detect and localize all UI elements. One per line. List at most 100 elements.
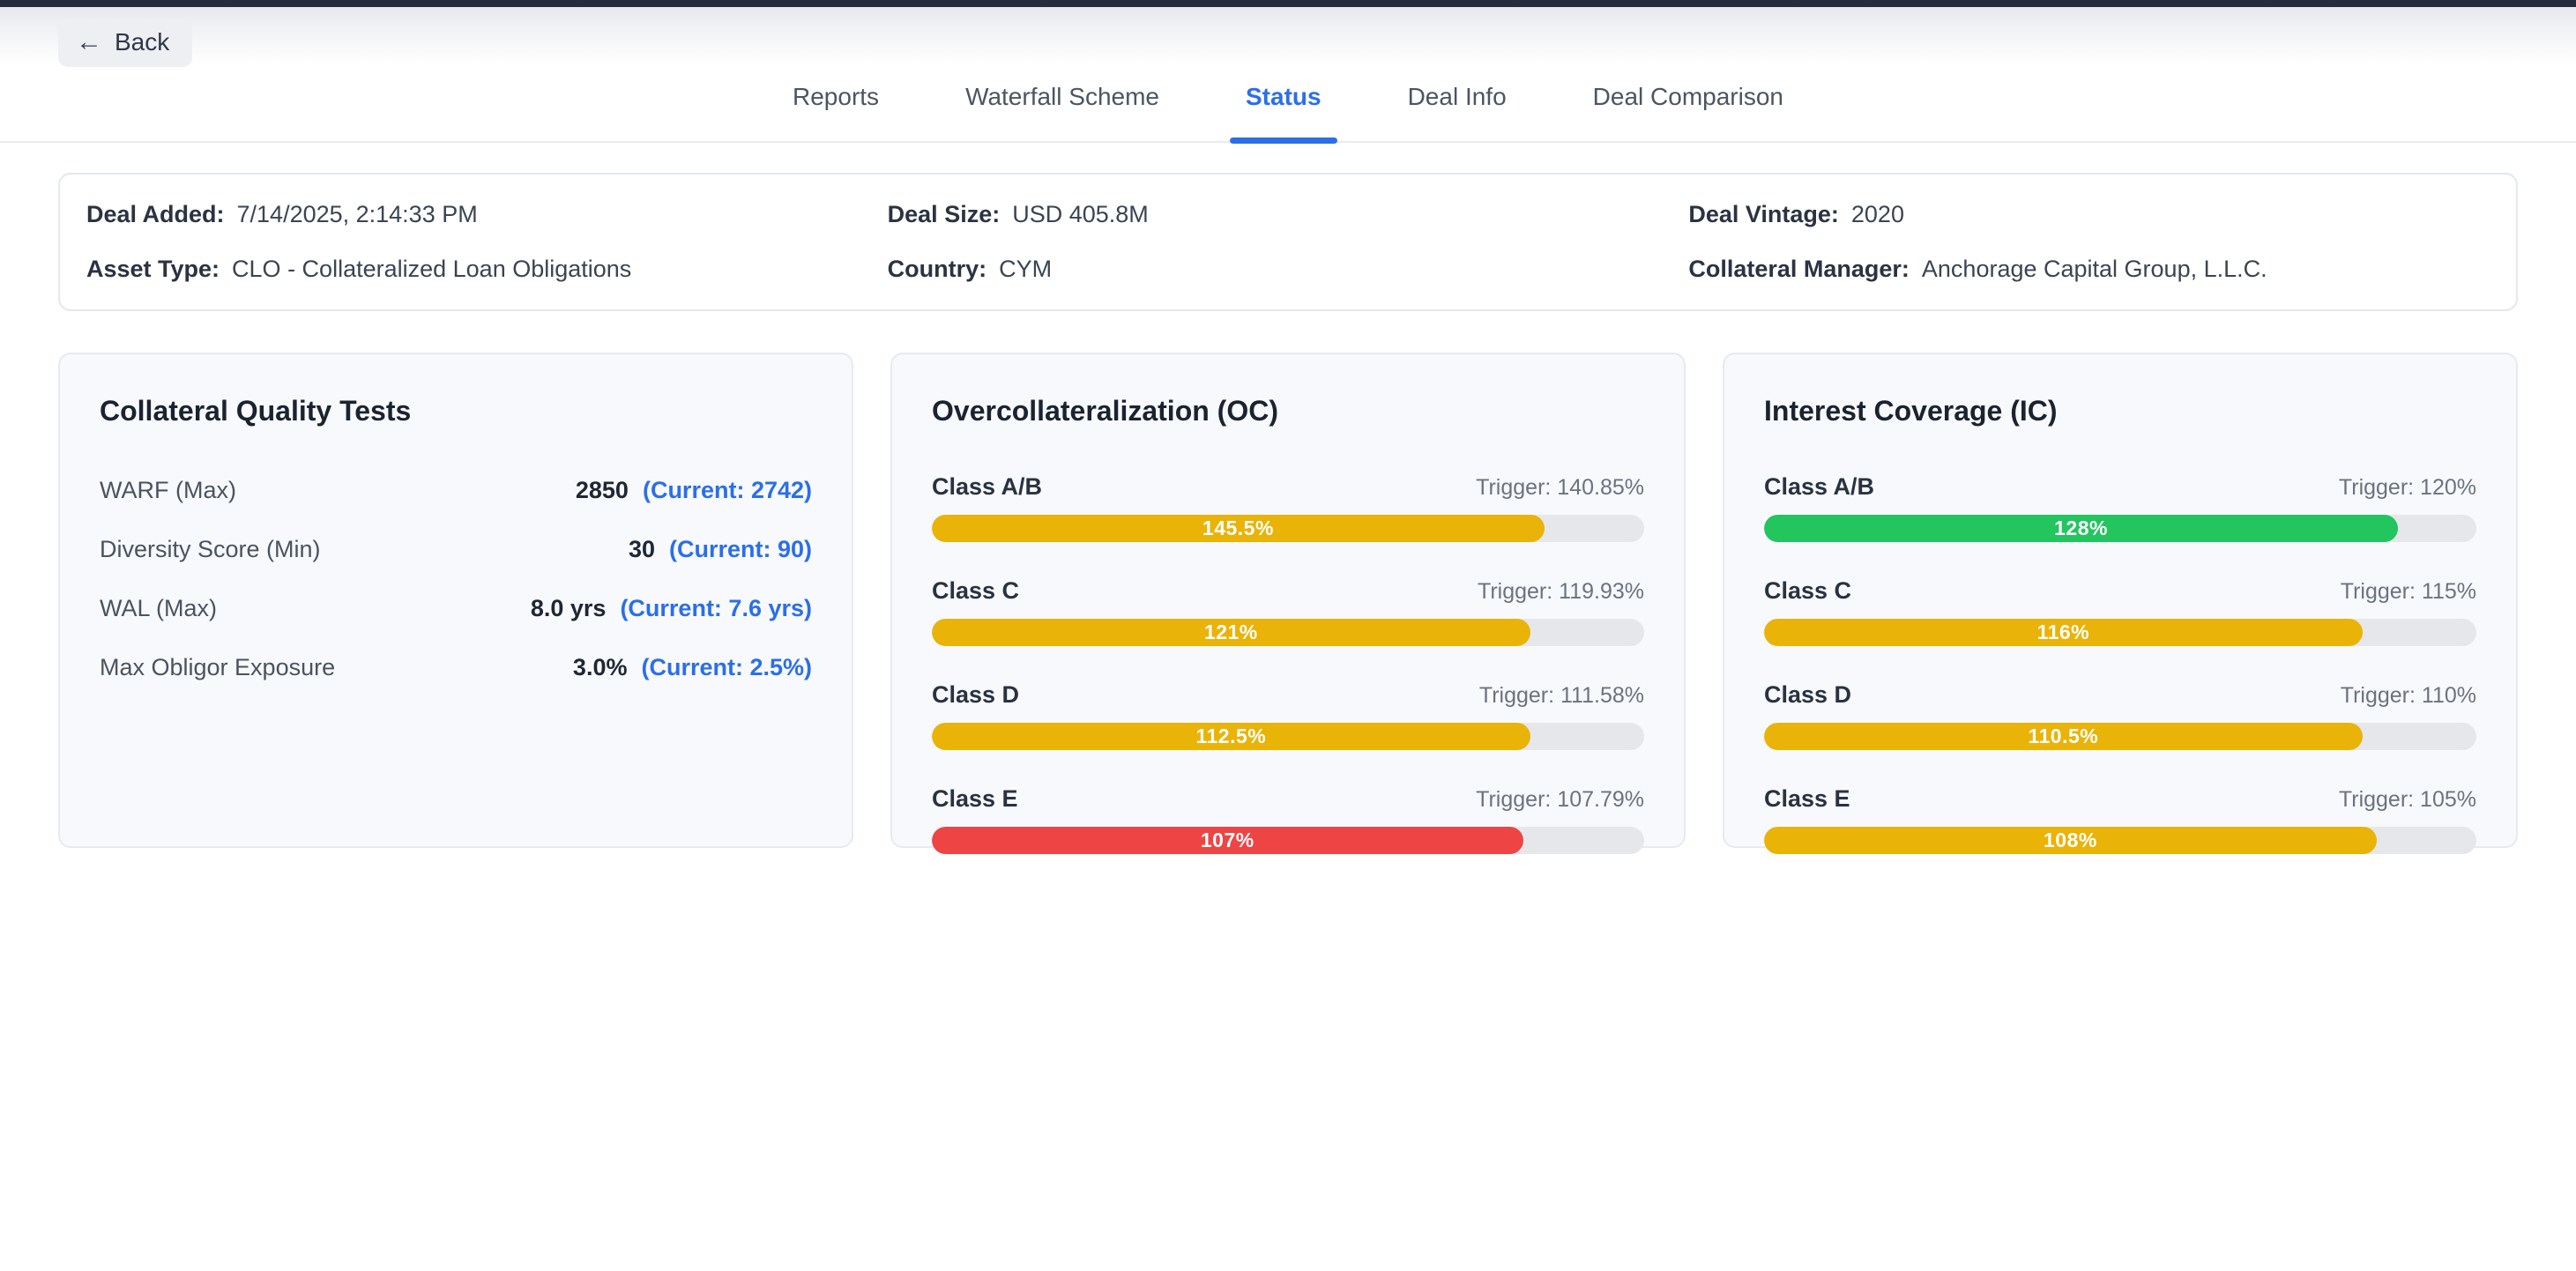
- field-value: CLO - Collateralized Loan Obligations: [232, 256, 631, 283]
- quality-test-row-max-obligor: Max Obligor Exposure 3.0% (Current: 2.5%…: [100, 654, 812, 681]
- test-current: (Current: 2.5%): [641, 654, 812, 681]
- progress-track: 116%: [1764, 619, 2476, 646]
- test-current: (Current: 2742): [643, 477, 812, 504]
- trigger-label: Trigger: 110%: [2341, 683, 2476, 709]
- class-label: Class D: [932, 681, 1019, 709]
- test-threshold: 30: [629, 536, 655, 563]
- oc-row-class-c: Class C Trigger: 119.93% 121%: [932, 577, 1644, 646]
- card-title: Collateral Quality Tests: [100, 395, 812, 427]
- progress-track: 145.5%: [932, 515, 1644, 542]
- progress-fill: 108%: [1764, 827, 2377, 854]
- trigger-label: Trigger: 105%: [2339, 787, 2476, 813]
- field-deal-added: Deal Added: 7/14/2025, 2:14:33 PM: [86, 201, 888, 228]
- progress-track: 107%: [932, 827, 1644, 854]
- window-top-edge: [0, 0, 2576, 7]
- progress-value: 121%: [1204, 621, 1258, 644]
- field-value: CYM: [999, 256, 1052, 283]
- progress-track: 108%: [1764, 827, 2476, 854]
- trigger-label: Trigger: 115%: [2341, 579, 2476, 605]
- progress-value: 116%: [2037, 621, 2090, 644]
- test-threshold: 8.0 yrs: [531, 595, 607, 622]
- test-threshold: 2850: [576, 477, 629, 504]
- class-label: Class A/B: [1764, 473, 1874, 501]
- test-current: (Current: 90): [669, 536, 812, 563]
- tab-status[interactable]: Status: [1240, 63, 1327, 141]
- back-arrow-icon: ←: [76, 29, 102, 56]
- field-deal-size: Deal Size: USD 405.8M: [888, 201, 1689, 228]
- progress-fill: 110.5%: [1764, 723, 2363, 750]
- field-value: 2020: [1851, 201, 1904, 228]
- field-value: 7/14/2025, 2:14:33 PM: [237, 201, 478, 228]
- field-asset-type: Asset Type: CLO - Collateralized Loan Ob…: [86, 256, 888, 283]
- progress-value: 110.5%: [2028, 725, 2098, 748]
- tab-deal-info[interactable]: Deal Info: [1403, 63, 1512, 141]
- class-label: Class C: [1764, 577, 1851, 605]
- progress-fill: 116%: [1764, 619, 2363, 646]
- class-label: Class E: [1764, 785, 1850, 813]
- test-label: Max Obligor Exposure: [100, 654, 335, 681]
- ic-row-class-c: Class C Trigger: 115% 116%: [1764, 577, 2476, 646]
- trigger-label: Trigger: 140.85%: [1476, 475, 1644, 501]
- interest-coverage-card: Interest Coverage (IC) Class A/B Trigger…: [1723, 353, 2518, 848]
- progress-value: 128%: [2054, 517, 2108, 540]
- oc-row-class-e: Class E Trigger: 107.79% 107%: [932, 785, 1644, 854]
- field-country: Country: CYM: [888, 256, 1689, 283]
- oc-bar-rows: Class A/B Trigger: 140.85% 145.5% Class …: [932, 473, 1644, 854]
- progress-value: 112.5%: [1195, 725, 1266, 748]
- progress-track: 110.5%: [1764, 723, 2476, 750]
- progress-track: 112.5%: [932, 723, 1644, 750]
- progress-fill: 145.5%: [932, 515, 1545, 542]
- card-title: Interest Coverage (IC): [1764, 395, 2476, 427]
- field-value: USD 405.8M: [1012, 201, 1149, 228]
- ic-bar-rows: Class A/B Trigger: 120% 128% Class C Tri…: [1764, 473, 2476, 854]
- class-label: Class D: [1764, 681, 1851, 709]
- progress-value: 145.5%: [1202, 517, 1274, 540]
- test-current: (Current: 7.6 yrs): [620, 595, 812, 622]
- back-button-label: Back: [115, 28, 169, 56]
- collateral-quality-tests-card: Collateral Quality Tests WARF (Max) 2850…: [58, 353, 853, 848]
- test-threshold: 3.0%: [573, 654, 628, 681]
- trigger-label: Trigger: 107.79%: [1476, 787, 1644, 813]
- field-label: Deal Size:: [888, 201, 1001, 228]
- trigger-label: Trigger: 111.58%: [1479, 683, 1644, 709]
- tab-reports[interactable]: Reports: [787, 63, 884, 141]
- field-label: Asset Type:: [86, 256, 220, 283]
- field-collateral-manager: Collateral Manager: Anchorage Capital Gr…: [1688, 256, 2490, 283]
- field-label: Deal Vintage:: [1688, 201, 1839, 228]
- quality-test-rows: WARF (Max) 2850 (Current: 2742) Diversit…: [100, 477, 812, 681]
- ic-row-class-e: Class E Trigger: 105% 108%: [1764, 785, 2476, 854]
- progress-value: 107%: [1201, 829, 1254, 852]
- tab-waterfall-scheme[interactable]: Waterfall Scheme: [960, 63, 1165, 141]
- field-label: Collateral Manager:: [1688, 256, 1910, 283]
- trigger-label: Trigger: 119.93%: [1478, 579, 1644, 605]
- field-deal-vintage: Deal Vintage: 2020: [1688, 201, 2490, 228]
- tab-bar: Reports Waterfall Scheme Status Deal Inf…: [0, 63, 2576, 143]
- deal-summary-panel: Deal Added: 7/14/2025, 2:14:33 PM Asset …: [58, 173, 2518, 311]
- field-label: Country:: [888, 256, 986, 283]
- class-label: Class C: [932, 577, 1019, 605]
- test-label: WARF (Max): [100, 477, 236, 504]
- trigger-label: Trigger: 120%: [2339, 475, 2476, 501]
- progress-fill: 107%: [932, 827, 1523, 854]
- back-button[interactable]: ← Back: [58, 19, 192, 67]
- quality-test-row-wal: WAL (Max) 8.0 yrs (Current: 7.6 yrs): [100, 595, 812, 622]
- test-label: WAL (Max): [100, 595, 217, 622]
- overcollateralization-card: Overcollateralization (OC) Class A/B Tri…: [890, 353, 1686, 848]
- test-label: Diversity Score (Min): [100, 536, 321, 563]
- quality-test-row-diversity: Diversity Score (Min) 30 (Current: 90): [100, 536, 812, 563]
- progress-fill: 121%: [932, 619, 1530, 646]
- quality-test-row-warf: WARF (Max) 2850 (Current: 2742): [100, 477, 812, 504]
- class-label: Class E: [932, 785, 1018, 813]
- status-cards-row: Collateral Quality Tests WARF (Max) 2850…: [58, 353, 2518, 848]
- progress-fill: 112.5%: [932, 723, 1530, 750]
- tab-deal-comparison[interactable]: Deal Comparison: [1588, 63, 1789, 141]
- field-value: Anchorage Capital Group, L.L.C.: [1922, 256, 2267, 283]
- progress-value: 108%: [2044, 829, 2097, 852]
- oc-row-class-d: Class D Trigger: 111.58% 112.5%: [932, 681, 1644, 750]
- ic-row-class-d: Class D Trigger: 110% 110.5%: [1764, 681, 2476, 750]
- field-label: Deal Added:: [86, 201, 225, 228]
- progress-fill: 128%: [1764, 515, 2398, 542]
- class-label: Class A/B: [932, 473, 1042, 501]
- header-gradient: [0, 7, 2576, 63]
- ic-row-class-ab: Class A/B Trigger: 120% 128%: [1764, 473, 2476, 542]
